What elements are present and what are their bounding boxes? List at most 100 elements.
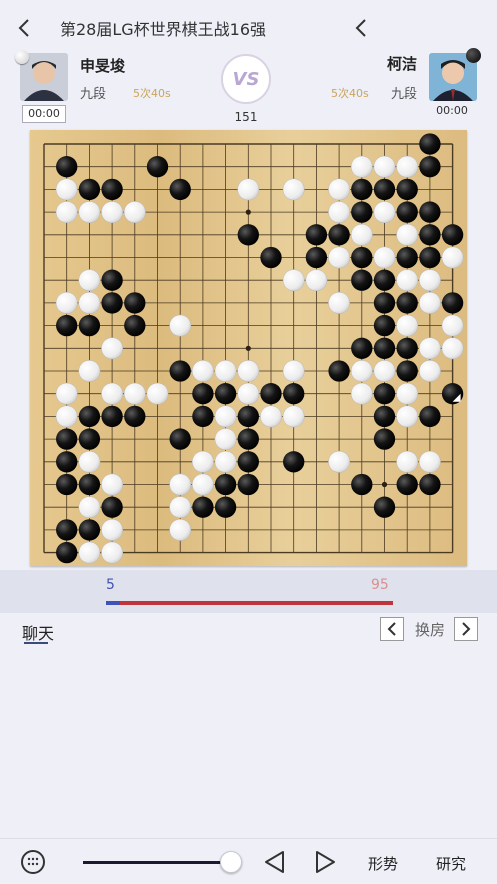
white-stone (441, 337, 464, 360)
timer-left: 00:00 (22, 105, 66, 123)
black-stone (373, 292, 396, 314)
analysis-button[interactable]: 形势 (368, 853, 398, 874)
black-stone (214, 473, 237, 496)
prev-room-button[interactable] (380, 617, 404, 641)
white-stone (396, 269, 419, 292)
black-stone (237, 224, 259, 246)
top-bar: 第28届LG杯世界棋王战16强 (0, 0, 497, 52)
white-stone (191, 473, 214, 496)
go-board-grid[interactable] (30, 130, 467, 566)
white-stone (260, 405, 282, 428)
tab-chat[interactable]: 聊天 (22, 620, 54, 644)
black-stone (441, 224, 464, 246)
back-icon[interactable] (11, 15, 37, 41)
tab-chat-underline (24, 642, 48, 644)
previous-move-icon[interactable] (262, 849, 288, 879)
win-rate-panel (0, 570, 497, 613)
black-stone (56, 314, 78, 337)
white-stone (101, 473, 124, 496)
black-stone (101, 269, 123, 291)
white-stone (396, 450, 419, 473)
collapse-icon[interactable] (348, 15, 374, 41)
white-stone (55, 382, 78, 405)
black-stone-indicator-icon (466, 48, 481, 63)
white-stone (282, 405, 305, 428)
page-title: 第28届LG杯世界棋王战16强 (60, 20, 267, 39)
white-stone (441, 314, 464, 337)
black-stone (373, 178, 396, 201)
black-stone (101, 496, 123, 518)
black-stone (101, 178, 123, 201)
black-stone (441, 292, 464, 314)
black-stone (373, 269, 396, 291)
timer-right: 00:00 (436, 104, 468, 117)
white-stone (169, 473, 192, 496)
black-stone (78, 428, 101, 450)
white-stone (169, 496, 192, 519)
win-rate-right: 95 (371, 577, 389, 593)
black-stone (169, 360, 191, 382)
next-move-icon[interactable] (312, 849, 338, 879)
white-stone (78, 201, 101, 224)
star-point (245, 209, 251, 215)
white-stone (78, 541, 101, 564)
black-stone (146, 156, 169, 178)
white-stone (146, 382, 169, 405)
black-stone (396, 178, 418, 201)
black-stone (237, 473, 259, 496)
byoyomi-right: 5次40s (331, 87, 369, 100)
black-stone (169, 178, 191, 201)
white-stone (282, 360, 305, 382)
black-stone (419, 156, 441, 178)
black-stone (305, 224, 328, 246)
black-stone (351, 246, 373, 269)
black-stone (419, 201, 441, 223)
black-stone (373, 314, 396, 337)
white-stone (350, 155, 373, 178)
white-stone (101, 337, 124, 360)
black-stone (101, 292, 123, 314)
next-room-button[interactable] (454, 617, 478, 641)
win-rate-bar-right (120, 601, 393, 605)
black-stone (124, 292, 146, 314)
white-stone (418, 450, 441, 473)
white-stone (78, 450, 101, 473)
win-rate-bar-left (106, 601, 121, 605)
black-stone (124, 405, 146, 428)
white-stone (441, 246, 464, 269)
white-stone (123, 201, 146, 224)
black-stone (396, 360, 418, 382)
white-stone (191, 360, 214, 382)
vs-badge: VS (221, 54, 271, 104)
white-stone (78, 496, 101, 519)
black-stone (237, 451, 259, 473)
move-slider-fill (83, 861, 230, 864)
white-stone (55, 201, 78, 224)
emoji-icon[interactable] (21, 850, 45, 874)
black-stone (373, 405, 396, 428)
white-stone (328, 450, 351, 473)
switch-room-label[interactable]: 换房 (415, 619, 445, 640)
white-stone (418, 337, 441, 360)
black-stone (56, 156, 78, 178)
white-stone (328, 291, 351, 314)
white-stone (328, 201, 351, 224)
black-stone (305, 246, 328, 269)
win-rate-left: 5 (106, 577, 115, 593)
black-stone (396, 473, 418, 496)
win-rate-bar (106, 601, 393, 605)
black-stone (214, 496, 237, 518)
white-stone (282, 269, 305, 292)
go-board[interactable] (30, 130, 467, 566)
black-stone (419, 473, 441, 496)
black-stone (56, 428, 78, 450)
chat-messages (0, 650, 497, 838)
research-button[interactable]: 研究 (436, 853, 466, 874)
white-stone (237, 360, 260, 382)
move-slider-thumb[interactable] (220, 851, 242, 873)
black-stone (56, 541, 78, 564)
black-stone (78, 405, 101, 428)
move-slider-track[interactable] (83, 861, 230, 864)
black-stone (351, 178, 373, 201)
white-stone (214, 405, 237, 428)
